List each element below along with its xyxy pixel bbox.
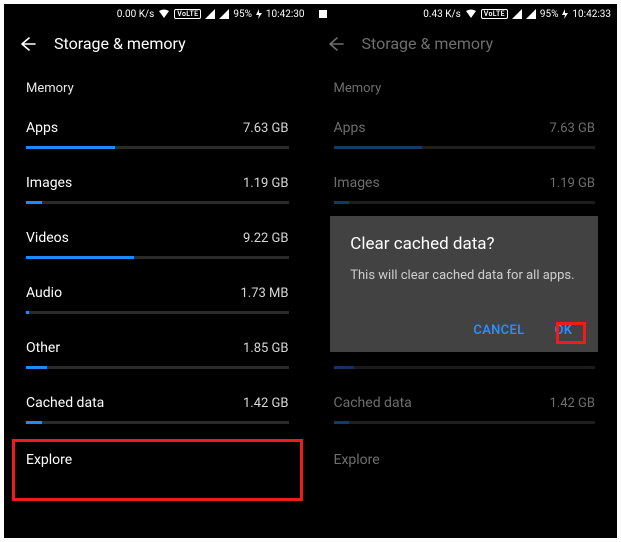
row-value: 1.73 MB [240, 286, 288, 301]
app-header: Storage & memory [312, 24, 618, 67]
usage-bar [26, 146, 289, 149]
usage-bar [334, 366, 596, 369]
download-notification-icon [318, 9, 328, 19]
charging-icon [256, 9, 262, 19]
settings-list: Memory Apps 7.63 GB Images 1.19 GB Video… [4, 67, 311, 480]
phone-screenshot-right: 0.43 K/s VoLTE 95% 10:42:33 Storage & me… [311, 4, 618, 538]
row-cached-data[interactable]: Cached data 1.42 GB [312, 377, 618, 432]
signal-icon [512, 9, 522, 19]
page-title: Storage & memory [362, 34, 494, 53]
row-explore[interactable]: Explore [4, 432, 311, 480]
row-value: 7.63 GB [243, 121, 289, 136]
usage-bar [334, 201, 596, 204]
back-button[interactable] [18, 35, 36, 53]
row-videos[interactable]: Videos 9.22 GB [4, 212, 311, 267]
row-value: 1.42 GB [243, 396, 289, 411]
row-audio[interactable]: Audio 1.73 MB [4, 267, 311, 322]
cancel-button[interactable]: CANCEL [467, 319, 530, 342]
status-time: 10:42:30 [266, 9, 305, 20]
row-value: 1.42 GB [549, 396, 595, 411]
row-label: Images [334, 175, 380, 191]
volte-badge: VoLTE [174, 9, 201, 19]
row-images[interactable]: Images 1.19 GB [4, 157, 311, 212]
page-title: Storage & memory [54, 34, 186, 53]
usage-bar [26, 366, 289, 369]
phone-screenshot-left: 0.00 K/s VoLTE 95% 10:42:30 Storage & me… [4, 4, 311, 538]
row-value: 9.22 GB [243, 231, 289, 246]
usage-bar [26, 256, 289, 259]
row-cached-data[interactable]: Cached data 1.42 GB [4, 377, 311, 432]
usage-bar [26, 201, 289, 204]
clear-cache-dialog: Clear cached data? This will clear cache… [330, 216, 598, 352]
row-label: Cached data [26, 395, 104, 411]
usage-bar [26, 311, 289, 314]
row-apps[interactable]: Apps 7.63 GB [312, 102, 618, 157]
row-value: 1.85 GB [243, 341, 289, 356]
status-bar: 0.00 K/s VoLTE 95% 10:42:30 [4, 4, 311, 24]
status-battery: 95% [540, 9, 559, 20]
row-label: Apps [26, 120, 58, 136]
status-network-speed: 0.00 K/s [117, 9, 155, 20]
charging-icon [562, 9, 568, 19]
usage-bar [334, 146, 596, 149]
row-explore[interactable]: Explore [312, 432, 618, 480]
back-button[interactable] [326, 35, 344, 53]
row-label: Other [26, 340, 60, 356]
row-apps[interactable]: Apps 7.63 GB [4, 102, 311, 157]
row-label: Images [26, 175, 72, 191]
status-battery: 95% [233, 9, 252, 20]
status-network-speed: 0.43 K/s [423, 9, 461, 20]
volte-badge: VoLTE [481, 9, 508, 19]
row-value: 7.63 GB [549, 121, 595, 136]
signal-icon [205, 9, 215, 19]
usage-bar [334, 421, 596, 424]
dialog-message: This will clear cached data for all apps… [350, 268, 578, 283]
status-time: 10:42:33 [572, 9, 611, 20]
section-memory[interactable]: Memory [4, 67, 311, 102]
section-memory[interactable]: Memory [312, 67, 618, 102]
ok-button[interactable]: OK [548, 319, 578, 342]
wifi-icon [465, 9, 477, 19]
usage-bar [26, 421, 289, 424]
row-images[interactable]: Images 1.19 GB [312, 157, 618, 212]
signal-icon-2 [526, 9, 536, 19]
wifi-icon [158, 9, 170, 19]
row-value: 1.19 GB [549, 176, 595, 191]
row-value: 1.19 GB [243, 176, 289, 191]
row-other[interactable]: Other 1.85 GB [4, 322, 311, 377]
app-header: Storage & memory [4, 24, 311, 67]
row-label: Audio [26, 285, 62, 301]
row-label: Apps [334, 120, 366, 136]
dialog-title: Clear cached data? [350, 234, 578, 254]
row-label: Cached data [334, 395, 412, 411]
row-label: Videos [26, 230, 69, 246]
status-bar: 0.43 K/s VoLTE 95% 10:42:33 [312, 4, 618, 24]
signal-icon-2 [219, 9, 229, 19]
